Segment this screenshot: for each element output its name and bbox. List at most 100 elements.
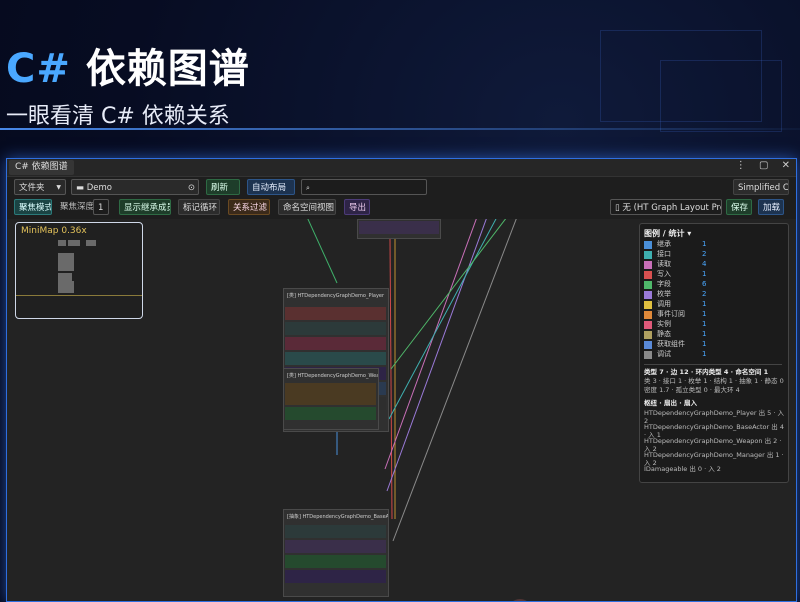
minimap-node: [58, 253, 74, 271]
legend-swatch: [644, 351, 652, 359]
legend-stats: 类型 7 · 边 12 · 环内类型 4 · 命名空间 1: [644, 368, 769, 376]
edge: [384, 219, 477, 470]
legend-header[interactable]: 图例 / 统计 ▾: [644, 228, 691, 239]
node-title: [类] HTDependencyGraphDemo_Weapon: [287, 373, 378, 379]
minimap-node: [68, 240, 80, 246]
legend-item[interactable]: 读取 4: [644, 260, 782, 269]
document-icon: ▯: [615, 203, 620, 213]
layout-preset-value: 无 (HT Graph Layout Pre: [622, 203, 722, 213]
node-row: [285, 407, 376, 420]
title-bar: C# 依赖图谱 ⋮ ▢ ✕: [7, 159, 796, 177]
minimap-title: MiniMap 0.36x: [21, 226, 87, 236]
toolbar-secondary: 聚焦模式 聚焦深度 1 显示继承成员 标记循环 关系过滤 命名空间视图 导出 ▯…: [7, 199, 796, 221]
legend-item[interactable]: 实例 1: [644, 320, 782, 329]
folder-select-label: 文件夹: [19, 183, 45, 193]
folder-select[interactable]: 文件夹 ▼: [14, 179, 66, 195]
node-row: [285, 322, 386, 335]
banner-subtitle: 一眼看清 C# 依赖关系: [6, 104, 230, 129]
relation-filter-button[interactable]: 关系过滤: [228, 199, 270, 215]
legend-item-label: 接口: [657, 250, 671, 258]
minimap[interactable]: MiniMap 0.36x: [15, 222, 143, 319]
legend-item-label: 调用: [657, 300, 671, 308]
legend-stats: 密度 1.7 · 孤立类型 0 · 最大环 4: [644, 386, 740, 394]
node-row: [359, 221, 439, 234]
focus-mode-button[interactable]: 聚焦模式: [14, 199, 52, 215]
search-input[interactable]: ⌕: [301, 179, 427, 195]
namespace-view-button[interactable]: 命名空间视图: [278, 199, 336, 215]
window-tab[interactable]: C# 依赖图谱: [9, 160, 74, 175]
legend-item-count: 1: [702, 350, 707, 358]
banner-title: C# 依赖图谱: [6, 46, 250, 92]
language-select[interactable]: Simplified C▾: [733, 179, 789, 195]
minimap-node: [58, 240, 66, 246]
close-icon[interactable]: ✕: [782, 160, 790, 171]
more-icon[interactable]: ⋮: [736, 160, 746, 171]
legend-item-label: 继承: [657, 240, 671, 248]
legend-swatch: [644, 241, 652, 249]
legend-item-count: 1: [702, 270, 707, 278]
show-inherit-button[interactable]: 显示继承成员: [119, 199, 171, 215]
path-value: Demo: [86, 183, 112, 193]
hub-header: 枢纽 · 扇出 · 扇入: [644, 399, 697, 407]
folder-icon: ▬: [76, 183, 85, 193]
legend-swatch: [644, 321, 652, 329]
legend-swatch: [644, 251, 652, 259]
legend-item-label: 静态: [657, 330, 671, 338]
refresh-button[interactable]: 刷新: [206, 179, 240, 195]
node-title: [类] HTDependencyGraphDemo_Player: [287, 293, 385, 299]
graph-node-weapon[interactable]: [类] HTDependencyGraphDemo_Weapon: [283, 368, 379, 430]
export-button[interactable]: 导出: [344, 199, 370, 215]
minimap-node: [58, 281, 74, 293]
legend-item-label: 实例: [657, 320, 671, 328]
legend-item[interactable]: 调试 1: [644, 350, 782, 359]
legend-swatch: [644, 271, 652, 279]
legend-item[interactable]: 枚举 2: [644, 290, 782, 299]
node-title: [抽象] HTDependencyGraphDemo_BaseActor: [287, 514, 388, 520]
legend-swatch: [644, 311, 652, 319]
target-icon[interactable]: ⊙: [188, 180, 195, 194]
legend-item-count: 6: [702, 280, 707, 288]
legend-item[interactable]: 接口 2: [644, 250, 782, 259]
legend-item-count: 2: [702, 290, 707, 298]
mark-cycle-button[interactable]: 标记循环: [178, 199, 220, 215]
legend-panel: 图例 / 统计 ▾ 继承 1 接口 2 读取 4 写入 1 字段 6 枚举 2 调用 1 事件订阅 1 实例 1 静…: [639, 223, 789, 483]
minimap-viewport-line: [16, 295, 142, 296]
node-row: [285, 555, 386, 568]
node-row: [285, 307, 386, 320]
hub-item[interactable]: IDamageable 出 0 · 入 2: [644, 465, 784, 473]
load-button[interactable]: 加载: [758, 199, 784, 215]
auto-layout-button[interactable]: 自动布局: [247, 179, 295, 195]
legend-item-count: 1: [702, 340, 707, 348]
background-decoration: [660, 60, 782, 132]
node-row: [285, 383, 376, 405]
focus-depth-label: 聚焦深度: [60, 202, 95, 212]
layout-preset-select[interactable]: ▯ 无 (HT Graph Layout Pre: [610, 199, 722, 215]
edge: [307, 219, 338, 284]
legend-item[interactable]: 字段 6: [644, 280, 782, 289]
save-button[interactable]: 保存: [726, 199, 752, 215]
legend-swatch: [644, 331, 652, 339]
legend-item-count: 1: [702, 330, 707, 338]
legend-item[interactable]: 写入 1: [644, 270, 782, 279]
legend-divider: [644, 364, 782, 365]
focus-depth-input[interactable]: 1: [93, 199, 109, 215]
edge: [392, 219, 517, 542]
legend-item[interactable]: 静态 1: [644, 330, 782, 339]
maximize-icon[interactable]: ▢: [759, 160, 768, 171]
graph-node-baseactor[interactable]: [抽象] HTDependencyGraphDemo_BaseActor: [283, 509, 389, 597]
legend-item[interactable]: 调用 1: [644, 300, 782, 309]
legend-item[interactable]: 获取组件 1: [644, 340, 782, 349]
node-row: [285, 352, 386, 365]
legend-item-label: 读取: [657, 260, 671, 268]
graph-node-top[interactable]: [357, 219, 441, 239]
search-icon: ⌕: [306, 184, 310, 192]
legend-item-count: 4: [702, 260, 707, 268]
legend-item-label: 调试: [657, 350, 671, 358]
legend-item-count: 2: [702, 250, 707, 258]
legend-item[interactable]: 继承 1: [644, 240, 782, 249]
legend-item-count: 1: [702, 240, 707, 248]
banner-divider: [0, 128, 800, 130]
legend-swatch: [644, 281, 652, 289]
path-field[interactable]: ▬ Demo ⊙: [71, 179, 199, 195]
legend-item[interactable]: 事件订阅 1: [644, 310, 782, 319]
